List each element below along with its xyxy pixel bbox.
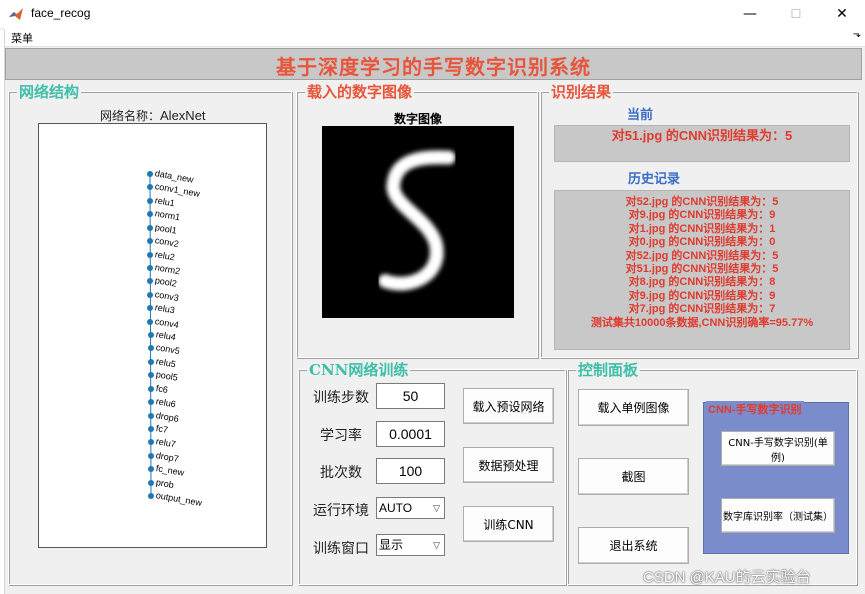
layer-node xyxy=(147,224,154,231)
layer-node xyxy=(147,332,154,338)
image-caption: 数字图像 xyxy=(393,112,442,126)
load-image-button[interactable]: 载入单例图像 xyxy=(578,389,689,426)
name-label: 网络名称： xyxy=(100,109,161,123)
batch-label: 批次数 xyxy=(320,465,362,481)
layer-node xyxy=(147,425,154,432)
load-network-button[interactable]: 载入预设网络 xyxy=(463,388,554,424)
title-bar: face_recog — ☐ ✕ xyxy=(0,0,865,28)
steps-label: 训练步数 xyxy=(313,390,369,406)
watermark: CSDN @KAU的云实验台 xyxy=(643,569,811,586)
screenshot-button[interactable]: 截图 xyxy=(578,458,689,495)
menu-item[interactable]: 菜单 xyxy=(11,30,33,46)
digit-image xyxy=(322,126,514,318)
network-graph: data_new conv1_new relu1 norm1 pool1 conv2 rel… xyxy=(38,123,267,548)
training-panel-title: CNN网络训练 xyxy=(307,359,411,380)
layer-node xyxy=(147,251,154,258)
history-label: 历史记录 xyxy=(628,172,681,187)
layer-node xyxy=(147,372,154,379)
env-select-value: AUTO xyxy=(379,501,413,515)
history-list: 对52.jpg 的CNN识别结果为：5 对9.jpg 的CNN识别结果为：9 对1.… xyxy=(554,190,850,350)
layer-node xyxy=(147,345,154,352)
window-select-value: 显示 xyxy=(379,538,404,552)
image-panel-title: 载入的数字图像 xyxy=(305,81,415,102)
window-label: 训练窗口 xyxy=(313,541,369,557)
batch-field[interactable]: 100 xyxy=(376,458,445,484)
recognition-group: CNN-手写数字识别 CNN-手写数字识别(单例) 数字库识别率（测试集） xyxy=(703,401,849,554)
layer-node xyxy=(147,358,154,365)
network-graph-line xyxy=(149,173,152,497)
window-title: face_recog xyxy=(31,6,91,20)
chevron-down-icon: ▽ xyxy=(433,503,440,513)
maximize-button[interactable]: ☐ xyxy=(773,0,819,28)
exit-button[interactable]: 退出系统 xyxy=(578,527,689,564)
layer-label: fc7 xyxy=(154,422,169,435)
window-select[interactable]: 显示 ▽ xyxy=(376,534,445,556)
layer-node xyxy=(147,171,153,177)
steps-field[interactable]: 50 xyxy=(376,383,445,409)
history-item: 测试集共10000条数据,CNN识别确率=95.77% xyxy=(590,316,814,329)
recognize-testset-button[interactable]: 数字库识别率（测试集） xyxy=(721,498,835,533)
env-select[interactable]: AUTO ▽ xyxy=(376,497,445,519)
lr-label: 学习率 xyxy=(320,428,362,444)
app-title: 基于深度学习的手写数字识别系统 xyxy=(276,55,591,79)
matlab-icon xyxy=(9,8,23,20)
layer-node xyxy=(147,399,154,406)
network-name-value: AlexNet xyxy=(160,108,206,123)
result-panel-title: 识别结果 xyxy=(549,81,614,102)
layer-node xyxy=(147,412,154,419)
desktop-edge xyxy=(0,30,5,594)
layer-node xyxy=(147,452,154,459)
env-label: 运行环境 xyxy=(313,503,369,519)
network-panel-title: 网络结构 xyxy=(17,81,82,102)
control-panel-title: 控制面板 xyxy=(576,359,641,380)
layer-node xyxy=(147,385,154,392)
recognition-group-title: CNN-手写数字识别 xyxy=(706,401,804,417)
app-header: 基于深度学习的手写数字识别系统 xyxy=(5,48,862,80)
digit-five-image xyxy=(378,150,456,291)
network-name-label: 网络名称：AlexNet xyxy=(100,107,206,124)
layer-label: fc6 xyxy=(154,382,169,395)
train-cnn-button[interactable]: 训练CNN xyxy=(463,506,554,542)
chevron-down-icon: ▽ xyxy=(433,540,440,550)
recognize-single-button[interactable]: CNN-手写数字识别(单例) xyxy=(721,431,835,466)
toolbar-expand-icon[interactable]: ⬎ xyxy=(853,29,861,40)
menu-bar: 菜单 ⬎ xyxy=(5,28,865,47)
layer-node xyxy=(147,197,154,204)
close-button[interactable]: ✕ xyxy=(819,0,865,28)
layer-node xyxy=(147,479,154,486)
layer-node xyxy=(148,493,154,499)
current-label: 当前 xyxy=(627,108,654,123)
minimize-button[interactable]: — xyxy=(727,0,773,28)
current-result: 对51.jpg 的CNN识别结果为：5 xyxy=(554,125,850,162)
lr-field[interactable]: 0.0001 xyxy=(376,421,445,447)
preprocess-button[interactable]: 数据预处理 xyxy=(463,447,554,483)
